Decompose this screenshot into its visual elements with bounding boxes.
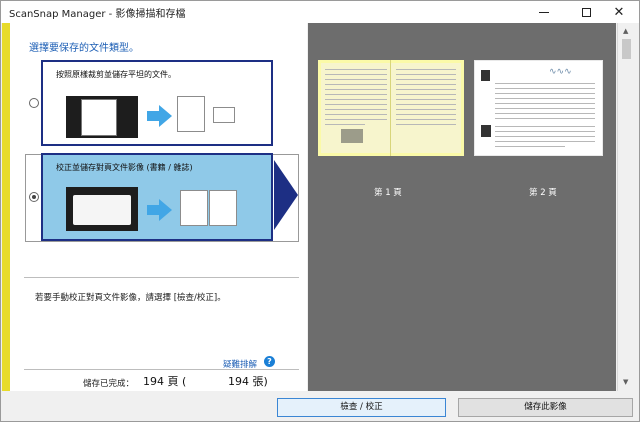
page-photo <box>341 129 363 143</box>
cropped-page-icon <box>177 96 205 132</box>
text-line <box>495 131 595 132</box>
arrow-right-icon-2 <box>159 199 172 221</box>
text-line <box>495 146 565 147</box>
close-button[interactable]: ✕ <box>599 1 639 23</box>
flat-document-radio[interactable] <box>29 98 39 108</box>
book-document-radio[interactable] <box>29 192 39 202</box>
window-title: ScanSnap Manager - 影像掃描和存檔 <box>9 9 186 20</box>
text-line <box>495 93 595 94</box>
page-2-thumbnail[interactable]: ∿∿∿ <box>474 60 603 156</box>
page-1-thumbnail[interactable] <box>318 60 464 156</box>
split-page-left-icon <box>180 190 208 226</box>
text-line <box>325 114 387 115</box>
minimize-button[interactable] <box>524 1 564 23</box>
selection-pointer-icon <box>274 160 298 230</box>
portrait-photo <box>481 70 490 81</box>
flat-document-option[interactable]: 按照原樣裁剪並儲存平坦的文件。 <box>41 60 273 146</box>
text-line <box>396 74 456 75</box>
book-gutter <box>390 60 391 156</box>
text-line <box>396 99 456 100</box>
panel-prompt: 選擇要保存的文件類型。 <box>29 43 139 54</box>
text-line <box>396 69 456 70</box>
text-line <box>495 108 595 109</box>
open-book-icon <box>73 195 131 225</box>
check-correct-button[interactable]: 檢查 / 校正 <box>277 398 446 417</box>
arrow-right-icon <box>159 105 172 127</box>
text-line <box>325 84 387 85</box>
arrow-shaft <box>147 111 159 121</box>
maximize-icon <box>581 7 591 17</box>
text-line <box>325 79 387 80</box>
page-1-caption: 第 1 頁 <box>374 188 402 198</box>
text-line <box>325 104 387 105</box>
text-line <box>495 103 595 104</box>
text-line <box>396 94 456 95</box>
flat-document-icon <box>81 99 117 136</box>
text-line <box>325 89 387 90</box>
question-icon[interactable]: ? <box>264 356 275 367</box>
document-type-panel: 選擇要保存的文件類型。 按照原樣裁剪並儲存平坦的文件。 校正並儲存對頁文件影像 … <box>2 23 307 391</box>
text-line <box>396 89 456 90</box>
text-line <box>325 69 387 70</box>
saved-pages-count: 194 頁 ( <box>143 375 187 388</box>
scansnap-window: ScanSnap Manager - 影像掃描和存檔 ✕ 選擇要保存的文件類型。… <box>0 0 640 422</box>
save-status-label: 儲存已完成： <box>83 379 135 389</box>
minimize-icon <box>539 11 549 13</box>
text-line <box>396 119 456 120</box>
arrow-shaft-2 <box>147 205 159 215</box>
vertical-scrollbar[interactable]: ▲ ▼ <box>617 23 635 391</box>
scroll-up-icon[interactable]: ▲ <box>623 27 628 35</box>
text-line <box>325 119 387 120</box>
text-line <box>325 124 365 125</box>
text-line <box>396 79 456 80</box>
text-line <box>396 104 456 105</box>
cropped-card-icon <box>213 107 235 123</box>
page-1-content <box>321 63 461 153</box>
text-line <box>495 113 595 114</box>
status-divider <box>24 369 299 370</box>
save-image-button[interactable]: 儲存此影像 <box>458 398 633 417</box>
text-line <box>495 141 595 142</box>
text-line <box>396 114 456 115</box>
text-line <box>325 94 387 95</box>
text-line <box>495 126 595 127</box>
page-2-logo: ∿∿∿ <box>549 67 572 77</box>
text-line <box>495 83 595 84</box>
text-line <box>325 74 387 75</box>
accent-stripe <box>2 23 10 391</box>
book-document-label: 校正並儲存對頁文件影像 (書籍 / 雜誌) <box>56 163 193 172</box>
scroll-down-icon[interactable]: ▼ <box>623 378 628 386</box>
title-bar: ScanSnap Manager - 影像掃描和存檔 ✕ <box>1 1 639 23</box>
close-icon: ✕ <box>613 4 625 20</box>
preview-pane[interactable]: ∿∿∿ 第 1 頁 第 2 頁 <box>308 23 616 391</box>
text-line <box>495 118 595 119</box>
book-scan-image <box>66 187 138 231</box>
text-line <box>495 88 595 89</box>
text-line <box>325 99 387 100</box>
text-line <box>325 109 387 110</box>
page-2-caption: 第 2 頁 <box>529 188 557 198</box>
text-line <box>495 136 595 137</box>
text-line <box>396 109 456 110</box>
flat-document-label: 按照原樣裁剪並儲存平坦的文件。 <box>56 70 176 79</box>
saved-sheets-count: 194 張) <box>228 375 268 388</box>
split-page-right-icon <box>209 190 237 226</box>
divider <box>24 277 299 278</box>
text-line <box>495 98 595 99</box>
flat-scan-image <box>66 96 138 138</box>
book-document-option[interactable]: 校正並儲存對頁文件影像 (書籍 / 雜誌) <box>41 153 273 241</box>
manual-correction-hint: 若要手動校正對頁文件影像，請選擇 [檢查/校正]。 <box>35 293 226 303</box>
portrait-photo <box>481 125 491 137</box>
text-line <box>396 84 456 85</box>
scrollbar-thumb[interactable] <box>622 39 631 59</box>
text-line <box>396 124 456 125</box>
